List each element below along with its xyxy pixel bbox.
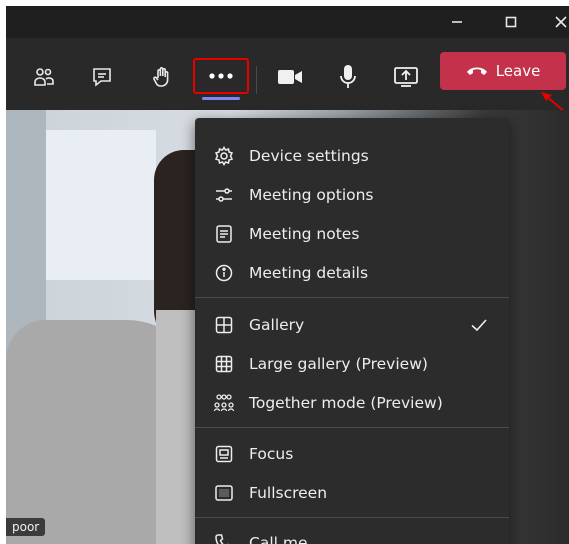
chat-button[interactable] xyxy=(80,56,124,98)
checkmark-icon xyxy=(469,315,489,339)
video-window-light xyxy=(46,130,156,280)
menu-separator xyxy=(195,427,509,428)
notes-icon xyxy=(213,223,235,245)
gallery-icon xyxy=(213,314,235,336)
menu-item-meeting-options[interactable]: Meeting options xyxy=(195,176,509,214)
menu-item-call-me[interactable]: Call me xyxy=(195,524,509,544)
together-mode-icon xyxy=(213,392,235,414)
leave-button[interactable]: Leave xyxy=(440,52,566,90)
more-actions-menu: Device settings Meeting options Meeting … xyxy=(195,118,509,544)
leave-label: Leave xyxy=(495,62,541,80)
raise-hand-button[interactable] xyxy=(140,56,184,98)
menu-item-label: Meeting details xyxy=(249,264,369,282)
menu-item-label: Gallery xyxy=(249,316,305,334)
menu-item-label: Device settings xyxy=(249,147,369,165)
maximize-icon xyxy=(505,16,517,28)
sliders-icon xyxy=(213,184,235,206)
share-screen-button[interactable] xyxy=(384,56,428,98)
info-icon xyxy=(213,262,235,284)
participants-icon xyxy=(34,68,54,86)
microphone-button[interactable] xyxy=(326,56,370,98)
participants-button[interactable] xyxy=(22,56,66,98)
large-gallery-icon xyxy=(213,353,235,375)
chat-icon xyxy=(93,68,111,87)
minimize-button[interactable] xyxy=(434,6,480,38)
more-actions-button[interactable] xyxy=(193,58,249,94)
maximize-button[interactable] xyxy=(488,6,534,38)
menu-item-fullscreen[interactable]: Fullscreen xyxy=(195,474,509,512)
fullscreen-icon xyxy=(213,482,235,504)
menu-item-label: Call me xyxy=(249,534,308,544)
menu-item-together-mode[interactable]: Together mode (Preview) xyxy=(195,384,509,422)
menu-item-device-settings[interactable]: Device settings xyxy=(195,137,509,175)
title-bar xyxy=(6,6,569,38)
toolbar-divider xyxy=(256,66,257,94)
menu-item-label: Meeting notes xyxy=(249,225,360,243)
menu-item-label: Focus xyxy=(249,445,294,463)
phone-hangup-icon xyxy=(466,67,487,75)
menu-item-label: Large gallery (Preview) xyxy=(249,355,428,373)
camera-button[interactable] xyxy=(268,56,312,98)
menu-item-large-gallery[interactable]: Large gallery (Preview) xyxy=(195,345,509,383)
more-actions-icon xyxy=(209,73,233,79)
gear-icon xyxy=(213,145,235,167)
menu-item-label: Meeting options xyxy=(249,186,374,204)
menu-separator xyxy=(195,517,509,518)
phone-icon xyxy=(213,532,235,544)
participant-name-tag: poor xyxy=(6,518,46,536)
menu-item-meeting-details[interactable]: Meeting details xyxy=(195,254,509,292)
menu-item-meeting-notes[interactable]: Meeting notes xyxy=(195,215,509,253)
camera-icon xyxy=(278,70,302,84)
microphone-icon xyxy=(340,65,356,88)
raise-hand-icon xyxy=(153,67,169,87)
teams-window: Leave poor Device settings Meeting optio… xyxy=(6,6,569,544)
menu-item-label: Fullscreen xyxy=(249,484,328,502)
menu-item-focus[interactable]: Focus xyxy=(195,435,509,473)
menu-item-label: Together mode (Preview) xyxy=(249,394,443,412)
menu-item-gallery[interactable]: Gallery xyxy=(195,306,509,344)
menu-separator xyxy=(195,297,509,298)
close-button[interactable] xyxy=(538,6,569,38)
active-indicator xyxy=(202,97,240,100)
focus-icon xyxy=(213,443,235,465)
close-icon xyxy=(555,16,567,28)
minimize-icon xyxy=(452,21,462,23)
share-screen-icon xyxy=(394,67,418,87)
meeting-toolbar: Leave xyxy=(6,38,569,110)
